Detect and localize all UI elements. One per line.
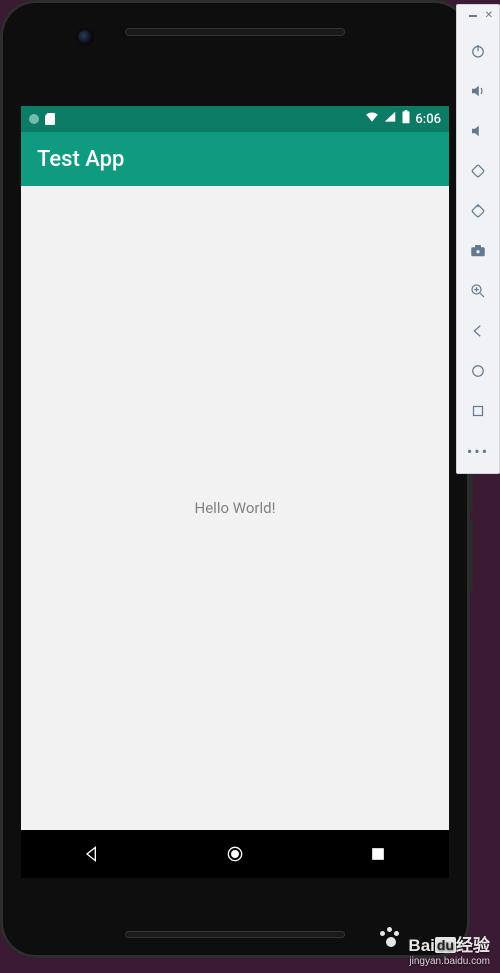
more-icon[interactable]: ••• [464, 439, 492, 463]
app-bar: Test App [21, 132, 449, 186]
screenshot-icon[interactable] [464, 239, 492, 263]
app-title: Test App [37, 147, 124, 172]
watermark-text: Bai [408, 936, 434, 955]
rotate-left-icon[interactable] [464, 159, 492, 183]
status-clock: 6:06 [415, 112, 441, 127]
emulator-toolbar: ✕ ••• [456, 4, 500, 474]
nav-back-icon[interactable] [72, 834, 112, 874]
watermark-text: 经验 [456, 936, 490, 955]
toolbar-titlebar: ✕ [457, 11, 499, 23]
phone-frame: 6:06 Test App Hello World! [0, 0, 470, 958]
volume-up-icon[interactable] [464, 79, 492, 103]
status-right: 6:06 [365, 110, 441, 128]
earpiece-speaker [125, 28, 345, 36]
nav-overview-icon[interactable] [358, 834, 398, 874]
back-icon[interactable] [464, 319, 492, 343]
phone-screen: 6:06 Test App Hello World! [21, 106, 449, 878]
nav-home-icon[interactable] [215, 834, 255, 874]
home-icon[interactable] [464, 359, 492, 383]
power-icon[interactable] [464, 39, 492, 63]
battery-icon [401, 110, 411, 128]
side-button [469, 470, 473, 510]
status-notification-icon [29, 114, 39, 124]
status-left [29, 113, 55, 125]
minimize-icon[interactable] [469, 15, 477, 17]
sd-card-icon [45, 113, 55, 125]
watermark-text: du [435, 937, 456, 953]
zoom-icon[interactable] [464, 279, 492, 303]
app-body: Hello World! [21, 186, 449, 830]
navigation-bar [21, 830, 449, 878]
volume-down-icon[interactable] [464, 119, 492, 143]
front-camera [78, 30, 92, 44]
watermark-line1: Baidu经验 [408, 937, 490, 956]
hello-text: Hello World! [195, 499, 276, 517]
close-icon[interactable]: ✕ [485, 11, 493, 21]
rotate-right-icon[interactable] [464, 199, 492, 223]
bottom-speaker [125, 931, 345, 938]
status-bar: 6:06 [21, 106, 449, 132]
watermark-line2: jingyan.baidu.com [408, 956, 490, 967]
watermark: Baidu经验 jingyan.baidu.com [408, 937, 490, 967]
wifi-icon [365, 110, 379, 128]
overview-icon[interactable] [464, 399, 492, 423]
side-button [469, 520, 473, 590]
cell-signal-icon [383, 110, 397, 128]
paw-icon [378, 927, 400, 949]
